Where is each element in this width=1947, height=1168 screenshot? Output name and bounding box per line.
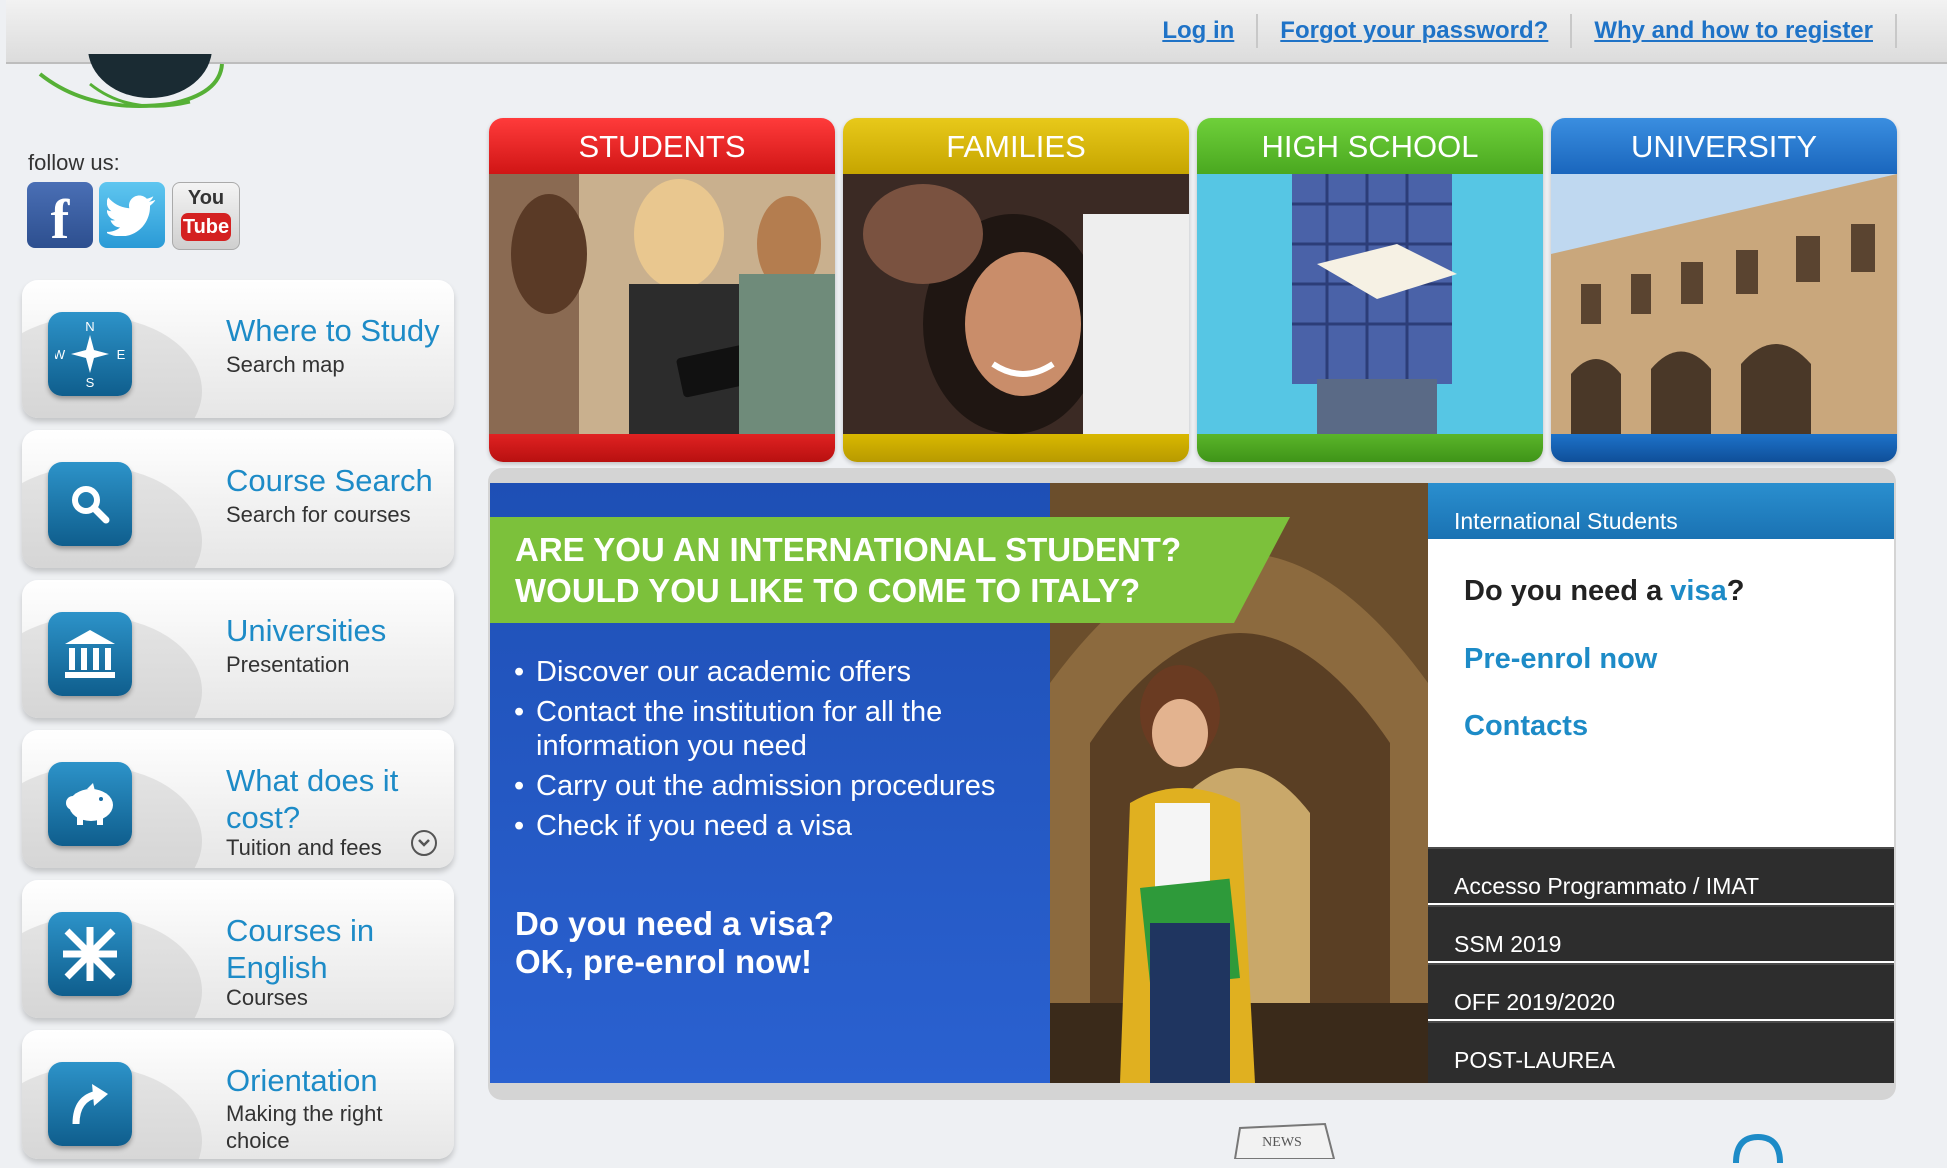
high-school-photo xyxy=(1197,174,1543,434)
category-label: UNIVERSITY xyxy=(1551,118,1897,174)
banner-bullets: Discover our academic offers Contact the… xyxy=(514,655,1014,849)
sidebar-item-subtitle: Search for courses xyxy=(226,502,411,527)
banner-cta[interactable]: Do you need a visa? OK, pre-enrol now! xyxy=(515,905,915,981)
bullet-item: Discover our academic offers xyxy=(514,655,1014,689)
compass-icon: N S W E xyxy=(48,312,132,396)
forgot-password-link[interactable]: Forgot your password? xyxy=(1258,14,1573,48)
menu-item-ssm[interactable]: SSM 2019 xyxy=(1428,905,1894,961)
sidebar-item-title: Orientation xyxy=(226,1063,378,1098)
category-university[interactable]: UNIVERSITY xyxy=(1551,118,1897,462)
facebook-icon[interactable]: f xyxy=(27,182,93,251)
menu-item-post-laurea[interactable]: POST-LAUREA xyxy=(1428,1021,1894,1083)
sidebar-item-subtitle: Search map xyxy=(226,352,345,377)
category-label: STUDENTS xyxy=(489,118,835,174)
visa-link[interactable]: Do you need a visa? xyxy=(1464,575,1744,608)
category-label: HIGH SCHOOL xyxy=(1197,118,1543,174)
sidebar-item-title: Courses in English xyxy=(226,913,375,985)
panel-header: International Students xyxy=(1428,483,1894,539)
sidebar-item-title: Course Search xyxy=(226,463,433,498)
site-logo[interactable] xyxy=(30,54,230,116)
sidebar-item-universities[interactable]: Universities Presentation xyxy=(22,580,454,718)
cta-line-2: OK, pre-enrol now! xyxy=(515,943,812,980)
news-icon[interactable]: NEWS xyxy=(1230,1120,1340,1160)
international-students-panel: International Students Do you need a vis… xyxy=(1428,483,1894,1083)
visa-suffix: ? xyxy=(1726,575,1745,607)
twitter-icon[interactable] xyxy=(99,182,165,248)
international-banner[interactable]: ARE YOU AN INTERNATIONAL STUDENT? WOULD … xyxy=(490,483,1428,1083)
top-bar: Log in Forgot your password? Why and how… xyxy=(6,0,1947,64)
arrow-turn-icon xyxy=(48,1062,132,1146)
sidebar-item-where-to-study[interactable]: N S W E Where to Study Search map xyxy=(22,280,454,418)
bullet-item: Carry out the admission procedures xyxy=(514,769,1014,803)
visa-prefix: Do you need a xyxy=(1464,575,1671,607)
sidebar-item-courses-in-english[interactable]: Courses in English Courses xyxy=(22,880,454,1018)
sidebar-item-subtitle: Presentation xyxy=(226,652,350,677)
youtube-icon[interactable]: You Tube xyxy=(172,182,240,250)
sidebar-item-subtitle: Courses xyxy=(226,985,308,1010)
menu-item-imat[interactable]: Accesso Programmato / IMAT xyxy=(1428,847,1894,903)
sidebar-item-subtitle: Making the right choice xyxy=(226,1101,383,1153)
banner-headline: ARE YOU AN INTERNATIONAL STUDENT? WOULD … xyxy=(515,529,1295,611)
contacts-link[interactable]: Contacts xyxy=(1464,710,1588,743)
sidebar-item-title: Where to Study xyxy=(226,313,440,348)
category-students[interactable]: STUDENTS xyxy=(489,118,835,462)
youtube-tube-text: Tube xyxy=(181,213,231,241)
university-photo xyxy=(1551,174,1897,434)
svg-text:N: N xyxy=(85,319,94,334)
account-links: Log in Forgot your password? Why and how… xyxy=(1140,14,1897,48)
menu-item-off[interactable]: OFF 2019/2020 xyxy=(1428,963,1894,1019)
expand-chevron-icon[interactable] xyxy=(411,830,437,856)
sidebar-item-cost[interactable]: What does it cost? Tuition and fees xyxy=(22,730,454,868)
news-label: NEWS xyxy=(1262,1135,1302,1150)
category-label: FAMILIES xyxy=(843,118,1189,174)
cta-line-1: Do you need a visa? xyxy=(515,905,835,942)
pre-enrol-link[interactable]: Pre-enrol now xyxy=(1464,643,1657,676)
piggy-bank-icon xyxy=(48,762,132,846)
category-families[interactable]: FAMILIES xyxy=(843,118,1189,462)
sidebar-item-orientation[interactable]: Orientation Making the right choice xyxy=(22,1030,454,1159)
follow-us-label: follow us: xyxy=(28,150,120,175)
uk-flag-icon xyxy=(48,912,132,996)
bullet-item: Contact the institution for all the info… xyxy=(514,695,1014,763)
sidebar-item-course-search[interactable]: Course Search Search for courses xyxy=(22,430,454,568)
bullet-item: Check if you need a visa xyxy=(514,809,1014,843)
why-register-link[interactable]: Why and how to register xyxy=(1572,14,1897,48)
headline-line-2: WOULD YOU LIKE TO COME TO ITALY? xyxy=(515,572,1141,609)
visa-word: visa xyxy=(1670,575,1727,607)
category-high-school[interactable]: HIGH SCHOOL xyxy=(1197,118,1543,462)
login-link[interactable]: Log in xyxy=(1140,14,1259,48)
svg-text:W: W xyxy=(55,347,66,362)
search-icon xyxy=(48,462,132,546)
sidebar-item-title: What does it cost? xyxy=(226,763,399,835)
students-photo xyxy=(489,174,835,434)
headline-line-1: ARE YOU AN INTERNATIONAL STUDENT? xyxy=(515,531,1182,568)
svg-text:E: E xyxy=(117,347,125,362)
university-building-icon xyxy=(48,612,132,696)
families-photo xyxy=(843,174,1189,434)
svg-text:S: S xyxy=(86,375,95,389)
youtube-you-text: You xyxy=(187,187,225,209)
sidebar-item-title: Universities xyxy=(226,613,387,648)
sidebar-item-subtitle: Tuition and fees xyxy=(226,835,382,860)
